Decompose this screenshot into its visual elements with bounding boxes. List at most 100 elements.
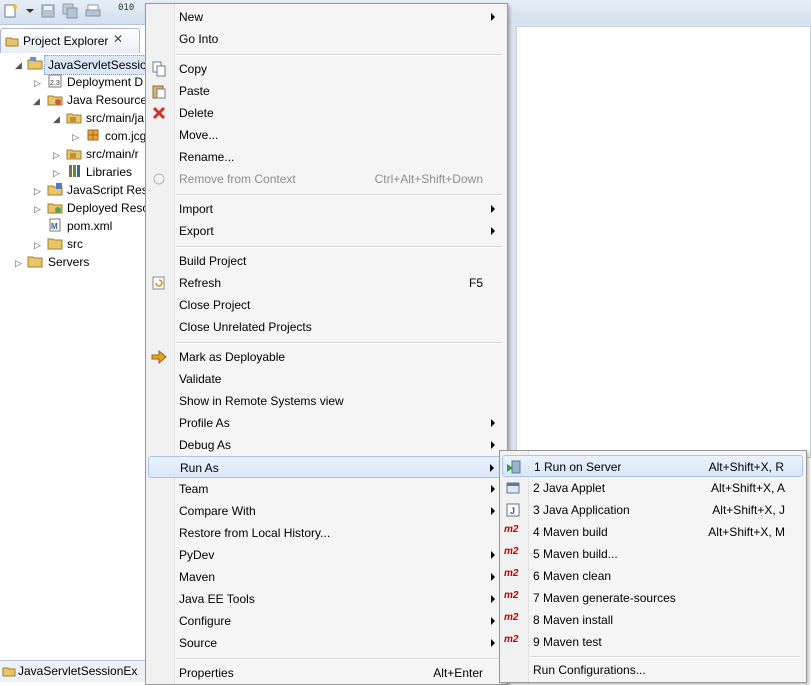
menu-item-validate[interactable]: Validate: [148, 368, 504, 390]
chevron-down-icon[interactable]: [22, 3, 38, 19]
tree-item-project[interactable]: JavaServletSession: [44, 55, 153, 75]
tree-item-label: Deployed Reso: [67, 201, 150, 215]
project-icon: [2, 664, 16, 678]
menu-separator: [176, 54, 502, 56]
collapse-arrow-icon[interactable]: ▷: [34, 204, 41, 215]
menu-item-label: Debug As: [179, 438, 232, 452]
submenu-arrow-icon: [491, 227, 495, 235]
collapse-arrow-icon[interactable]: ▷: [53, 150, 60, 161]
submenu-item-maven-build-dialog[interactable]: m2 5 Maven build...: [502, 543, 803, 565]
menu-item-label: Paste: [179, 84, 210, 98]
menu-item-pydev[interactable]: PyDev: [148, 544, 504, 566]
menu-item-paste[interactable]: Paste: [148, 80, 504, 102]
expand-arrow-icon[interactable]: ◢: [53, 114, 60, 125]
menu-separator: [530, 656, 800, 658]
submenu-item-maven-build[interactable]: m2 4 Maven build Alt+Shift+X, M: [502, 521, 803, 543]
libraries-icon: [66, 163, 82, 179]
collapse-arrow-icon[interactable]: ▷: [15, 258, 22, 269]
submenu-item-maven-generate-sources[interactable]: m2 7 Maven generate-sources: [502, 587, 803, 609]
java-resources-icon: [47, 91, 63, 107]
menu-separator: [176, 342, 502, 344]
java-applet-icon: [505, 480, 521, 496]
menu-item-label: Run Configurations...: [533, 663, 646, 677]
print-icon[interactable]: [85, 3, 101, 19]
submenu-item-run-configurations[interactable]: Run Configurations...: [502, 659, 803, 681]
new-wizard-icon[interactable]: [3, 3, 19, 19]
menu-item-source[interactable]: Source: [148, 632, 504, 654]
paste-icon: [151, 83, 167, 99]
menu-item-restore-history[interactable]: Restore from Local History...: [148, 522, 504, 544]
menu-item-shortcut: Ctrl+Alt+Shift+Down: [374, 172, 483, 186]
menu-item-label: Team: [179, 482, 209, 496]
tree-item-label: com.jcg: [105, 129, 147, 143]
maven-m2-icon: m2: [504, 590, 519, 601]
submenu-item-run-on-server[interactable]: 1 Run on Server Alt+Shift+X, R: [502, 455, 803, 477]
menu-item-delete[interactable]: Delete: [148, 102, 504, 124]
close-icon[interactable]: ✕: [113, 32, 123, 46]
menu-item-build-project[interactable]: Build Project: [148, 250, 504, 272]
menu-item-profile-as[interactable]: Profile As: [148, 412, 504, 434]
svg-text:M: M: [51, 222, 58, 231]
binary-icon[interactable]: 010: [118, 3, 134, 13]
deployed-resources-icon: [47, 199, 63, 215]
menu-item-move[interactable]: Move...: [148, 124, 504, 146]
menu-item-copy[interactable]: Copy: [148, 58, 504, 80]
collapse-arrow-icon[interactable]: ▷: [34, 78, 41, 89]
menu-separator: [176, 246, 502, 248]
submenu-arrow-icon: [491, 617, 495, 625]
save-all-icon[interactable]: [62, 3, 78, 19]
menu-item-refresh[interactable]: Refresh F5: [148, 272, 504, 294]
menu-item-rename[interactable]: Rename...: [148, 146, 504, 168]
menu-item-label: Delete: [179, 106, 214, 120]
menu-item-import[interactable]: Import: [148, 198, 504, 220]
save-icon[interactable]: [40, 3, 56, 19]
expand-arrow-icon[interactable]: ◢: [33, 96, 40, 107]
menu-item-label: Import: [179, 202, 214, 216]
run-on-server-icon: [506, 459, 522, 475]
submenu-item-java-application[interactable]: J 3 Java Application Alt+Shift+X, J: [502, 499, 803, 521]
menu-item-run-as[interactable]: Run As: [148, 456, 504, 478]
submenu-item-maven-clean[interactable]: m2 6 Maven clean: [502, 565, 803, 587]
menu-item-shortcut: F5: [468, 276, 483, 290]
tree-item-label: Deployment D: [67, 75, 144, 89]
menu-item-remove-from-context[interactable]: Remove from Context Ctrl+Alt+Shift+Down: [148, 168, 504, 190]
menu-item-label: Export: [179, 224, 214, 238]
submenu-item-java-applet[interactable]: 2 Java Applet Alt+Shift+X, A: [502, 477, 803, 499]
expand-arrow-icon[interactable]: ◢: [15, 60, 22, 71]
editor-area: [506, 24, 811, 458]
menu-item-show-remote[interactable]: Show in Remote Systems view: [148, 390, 504, 412]
submenu-arrow-icon: [491, 441, 495, 449]
menu-item-compare-with[interactable]: Compare With: [148, 500, 504, 522]
editor-pane[interactable]: [516, 26, 811, 458]
menu-item-label: Remove from Context: [179, 172, 296, 186]
collapse-arrow-icon[interactable]: ▷: [53, 168, 60, 179]
bottom-tab[interactable]: JavaServletSessionEx: [0, 660, 146, 682]
menu-item-label: Copy: [179, 62, 208, 76]
menu-item-javaee-tools[interactable]: Java EE Tools: [148, 588, 504, 610]
collapse-arrow-icon[interactable]: ▷: [34, 240, 41, 251]
menu-item-export[interactable]: Export: [148, 220, 504, 242]
menu-item-close-project[interactable]: Close Project: [148, 294, 504, 316]
submenu-arrow-icon: [491, 205, 495, 213]
collapse-arrow-icon[interactable]: ▷: [34, 186, 41, 197]
submenu-arrow-icon: [490, 464, 494, 472]
menu-item-new[interactable]: New: [148, 6, 504, 28]
menu-item-team[interactable]: Team: [148, 478, 504, 500]
svg-text:J: J: [510, 506, 515, 516]
submenu-item-maven-test[interactable]: m2 9 Maven test: [502, 631, 803, 653]
menu-item-mark-deployable[interactable]: Mark as Deployable: [148, 346, 504, 368]
menu-item-maven[interactable]: Maven: [148, 566, 504, 588]
menu-item-label: 1 Run on Server: [534, 460, 622, 474]
run-as-submenu: 1 Run on Server Alt+Shift+X, R 2 Java Ap…: [499, 450, 807, 683]
menu-item-close-unrelated[interactable]: Close Unrelated Projects: [148, 316, 504, 338]
menu-item-debug-as[interactable]: Debug As: [148, 434, 504, 456]
svg-text:2.3: 2.3: [50, 80, 60, 87]
collapse-arrow-icon[interactable]: ▷: [72, 132, 79, 143]
menu-item-label: 8 Maven install: [533, 613, 614, 627]
tab-project-explorer[interactable]: Project Explorer ✕: [0, 28, 140, 53]
folder-icon: [27, 253, 43, 269]
menu-item-configure[interactable]: Configure: [148, 610, 504, 632]
refresh-icon: [151, 275, 167, 291]
menu-item-go-into[interactable]: Go Into: [148, 28, 504, 50]
submenu-item-maven-install[interactable]: m2 8 Maven install: [502, 609, 803, 631]
